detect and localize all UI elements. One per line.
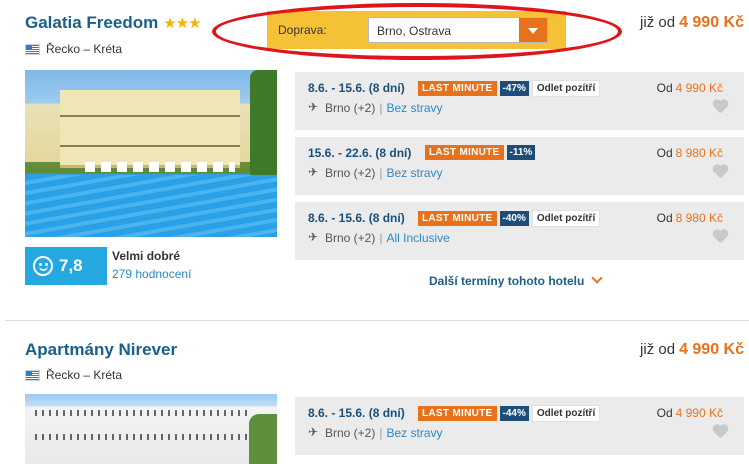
offer-tags: LAST MINUTE -47% Odlet pozítří (418, 80, 601, 97)
transport-select-value: Brno, Ostrava (377, 24, 452, 38)
offer-dates: 15.6. - 22.6. (8 dní) (308, 146, 412, 160)
offer-details: Brno (+2) | Bez stravy (308, 165, 443, 180)
heart-icon[interactable] (712, 425, 728, 439)
separator: | (379, 426, 383, 440)
offer-row[interactable]: 8.6. - 15.6. (8 dní) LAST MINUTE -47% Od… (295, 72, 744, 130)
reviews-link[interactable]: 279 hodnocení (112, 267, 191, 281)
photo-balcony-rail (35, 410, 247, 416)
heart-icon[interactable] (712, 165, 728, 179)
hotel-price-from: již od 4 990 Kč (640, 341, 744, 359)
photo-building (60, 90, 240, 168)
offer-price-prefix: Od (656, 211, 673, 225)
photo-tree (250, 70, 277, 190)
star-rating-icon: ★★★ (163, 15, 201, 32)
location-text: Řecko – Kréta (46, 368, 123, 382)
transport-select[interactable]: Brno, Ostrava (368, 17, 548, 43)
offer-price: Od 4 990 Kč (657, 81, 723, 95)
offer-airport: Brno (+2) (325, 166, 376, 180)
hotel-name[interactable]: Galatia Freedom ★★★ (25, 13, 202, 33)
offer-price-value: 4 990 Kč (675, 81, 723, 95)
photo-pool (25, 175, 277, 237)
offer-airport: Brno (+2) (325, 231, 376, 245)
rating-badge: 7,8 (25, 247, 107, 285)
offer-dates: 8.6. - 15.6. (8 dní) (308, 81, 405, 95)
plane-icon (308, 230, 320, 244)
offer-row[interactable]: 8.6. - 15.6. (8 dní) LAST MINUTE -44% Od… (295, 397, 744, 455)
offer-details: Brno (+2) | Bez stravy (308, 425, 443, 440)
greece-flag-icon (25, 43, 40, 55)
discount-badge: -44% (499, 406, 529, 421)
offer-dates: 8.6. - 15.6. (8 dní) (308, 211, 405, 225)
price-prefix: již od (640, 341, 676, 358)
plane-icon (308, 425, 320, 439)
offer-airport: Brno (+2) (325, 101, 376, 115)
chevron-down-icon[interactable] (591, 272, 604, 284)
greece-flag-icon (25, 369, 40, 381)
offer-price-prefix: Od (656, 146, 673, 160)
hotel-location: Řecko – Kréta (25, 42, 122, 56)
offer-meal-link[interactable]: Bez stravy (386, 426, 442, 440)
photo-tree (249, 414, 277, 464)
heart-icon[interactable] (712, 100, 728, 114)
offer-dates: 8.6. - 15.6. (8 dní) (308, 406, 405, 420)
transport-label: Doprava: (278, 23, 327, 37)
photo-balcony-rail (35, 434, 247, 440)
heart-icon[interactable] (712, 230, 728, 244)
hotel-location: Řecko – Kréta (25, 368, 122, 382)
rating-score: 7,8 (59, 256, 83, 275)
offer-row[interactable]: 15.6. - 22.6. (8 dní) LAST MINUTE -11% B… (295, 137, 744, 195)
offer-price-value: 8 980 Kč (675, 211, 723, 225)
departure-badge: Odlet pozítří (531, 80, 601, 97)
hotel-photo[interactable] (25, 70, 277, 237)
hotel-name-text[interactable]: Galatia Freedom (25, 13, 158, 32)
hotel-name-text[interactable]: Apartmány Nirever (25, 340, 177, 359)
photo-loungers (85, 162, 235, 172)
hotel-photo[interactable] (25, 394, 277, 464)
plane-icon (308, 165, 320, 179)
offer-price: Od 8 980 Kč (657, 211, 723, 225)
discount-badge: -40% (499, 211, 529, 226)
transport-filter: Doprava: Brno, Ostrava (267, 11, 566, 49)
offer-details: Brno (+2) | All Inclusive (308, 230, 450, 245)
location-text: Řecko – Kréta (46, 42, 123, 56)
offer-meal-link[interactable]: All Inclusive (386, 231, 449, 245)
more-dates-link[interactable]: Další termíny tohoto hotelu (429, 272, 604, 288)
offer-price-value: 4 990 Kč (675, 406, 723, 420)
offer-tags: LAST MINUTE -40% Odlet pozítří (418, 210, 601, 227)
price-amount: 4 990 Kč (679, 341, 744, 358)
hotel-price-from: již od 4 990 Kč (640, 14, 744, 32)
offer-airport: Brno (+2) (325, 426, 376, 440)
offer-price-prefix: Od (656, 406, 673, 420)
rating-label: Velmi dobré (112, 249, 181, 263)
last-minute-badge: LAST MINUTE (418, 81, 497, 96)
offer-row[interactable]: 8.6. - 15.6. (8 dní) LAST MINUTE -40% Od… (295, 202, 744, 260)
separator: | (379, 231, 383, 245)
last-minute-badge: LAST MINUTE (418, 211, 497, 226)
hotel-name[interactable]: Apartmány Nirever (25, 340, 177, 360)
separator: | (379, 101, 383, 115)
price-prefix: již od (640, 14, 676, 31)
offer-meal-link[interactable]: Bez stravy (386, 101, 442, 115)
offer-price: Od 4 990 Kč (657, 406, 723, 420)
price-amount: 4 990 Kč (679, 14, 744, 31)
offer-price-value: 8 980 Kč (675, 146, 723, 160)
discount-badge: -47% (499, 81, 529, 96)
chevron-down-icon[interactable] (519, 18, 547, 42)
hotel-divider (5, 320, 749, 321)
discount-badge: -11% (506, 145, 536, 160)
more-dates-text[interactable]: Další termíny tohoto hotelu (429, 274, 584, 288)
offer-tags: LAST MINUTE -11% (425, 145, 536, 160)
smiley-icon (33, 256, 53, 276)
plane-icon (308, 100, 320, 114)
last-minute-badge: LAST MINUTE (425, 145, 504, 160)
offer-price: Od 8 980 Kč (657, 146, 723, 160)
last-minute-badge: LAST MINUTE (418, 406, 497, 421)
departure-badge: Odlet pozítří (531, 405, 601, 422)
offer-tags: LAST MINUTE -44% Odlet pozítří (418, 405, 601, 422)
offer-meal-link[interactable]: Bez stravy (386, 166, 442, 180)
offer-details: Brno (+2) | Bez stravy (308, 100, 443, 115)
separator: | (379, 166, 383, 180)
departure-badge: Odlet pozítří (531, 210, 601, 227)
offer-price-prefix: Od (656, 81, 673, 95)
